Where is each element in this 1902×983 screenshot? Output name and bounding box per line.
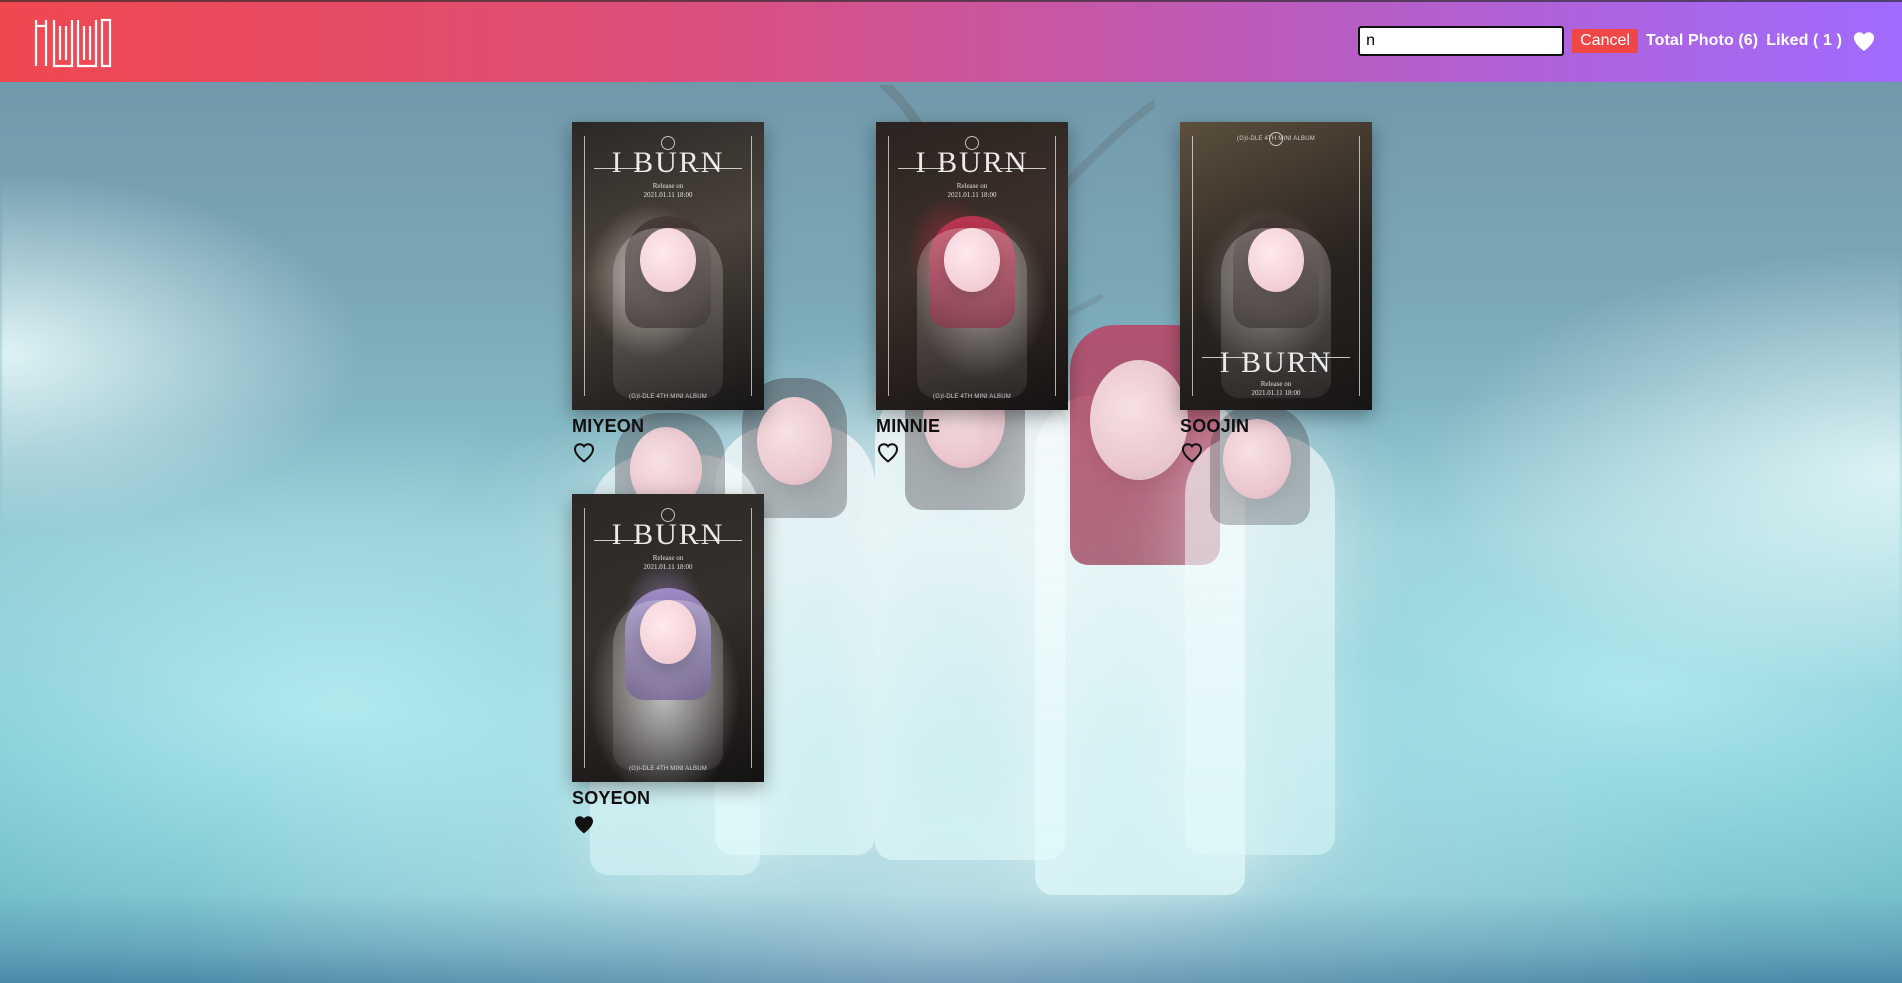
poster-release-meta: Release on 2021.01.11 18:00	[572, 554, 764, 572]
poster-title: I BURN	[611, 146, 725, 179]
poster-footer: (G)I-DLE 4TH MINI ALBUM	[629, 766, 707, 772]
poster-release-datetime: 2021.01.11 18:00	[643, 191, 693, 199]
gallery-card: I BURN Release on 2021.01.11 18:00 (G)I-…	[572, 494, 764, 836]
poster-release-label: Release on	[652, 182, 684, 190]
poster-release-datetime: 2021.01.11 18:00	[947, 191, 997, 199]
like-row	[572, 812, 764, 836]
poster-model	[917, 228, 1027, 398]
poster-model	[613, 600, 723, 770]
poster-release-datetime: 2021.01.11 18:00	[643, 563, 693, 571]
poster-release-meta: Release on 2021.01.11 18:00	[876, 182, 1068, 200]
liked-count: Liked ( 1 )	[1766, 32, 1842, 49]
poster-release-label: Release on	[652, 554, 684, 562]
heart-filled-icon[interactable]	[572, 813, 596, 835]
poster-release-label: Release on	[1260, 380, 1292, 388]
heart-outline-icon[interactable]	[1180, 441, 1204, 463]
poster-model	[613, 228, 723, 398]
cancel-button[interactable]: Cancel	[1572, 29, 1638, 53]
gallery-card: I BURN Release on 2021.01.11 18:00 (G)I-…	[1180, 122, 1372, 464]
poster-footer: (G)I-DLE 4TH MINI ALBUM	[1237, 136, 1315, 142]
logo-text: (G)I-DLE	[32, 68, 33, 69]
top-navigation-bar: (G)I-DLE Cancel Total Photo (6) Liked ( …	[0, 0, 1902, 82]
logo: (G)I-DLE	[32, 18, 114, 68]
poster-release-meta: Release on 2021.01.11 18:00	[572, 182, 764, 200]
member-name: SOYEON	[572, 788, 651, 808]
like-row	[572, 440, 764, 464]
heart-outline-icon[interactable]	[572, 441, 596, 463]
poster-release-datetime: 2021.01.11 18:00	[1251, 389, 1301, 397]
like-row	[876, 440, 1068, 464]
poster-footer: (G)I-DLE 4TH MINI ALBUM	[933, 394, 1011, 400]
member-name: MINNIE	[876, 416, 941, 436]
header-controls: Cancel Total Photo (6) Liked ( 1 )	[1358, 26, 1876, 56]
like-row	[1180, 440, 1372, 464]
member-name: SOOJIN	[1180, 416, 1250, 436]
poster-title: I BURN	[915, 146, 1029, 179]
poster-release-meta: Release on 2021.01.11 18:00	[1180, 380, 1372, 398]
member-name: MIYEON	[572, 416, 645, 436]
heart-icon	[1852, 30, 1876, 52]
photo-poster[interactable]: I BURN Release on 2021.01.11 18:00 (G)I-…	[1180, 122, 1372, 410]
poster-title: I BURN	[611, 518, 725, 551]
poster-release-label: Release on	[956, 182, 988, 190]
gallery-card: I BURN Release on 2021.01.11 18:00 (G)I-…	[876, 122, 1068, 464]
photo-gallery: I BURN Release on 2021.01.11 18:00 (G)I-…	[572, 122, 1372, 836]
brand-logo-icon	[34, 18, 112, 68]
gallery-grid: I BURN Release on 2021.01.11 18:00 (G)I-…	[572, 122, 1372, 836]
search-input[interactable]	[1358, 26, 1565, 56]
poster-title: I BURN	[1219, 346, 1333, 379]
poster-footer: (G)I-DLE 4TH MINI ALBUM	[629, 394, 707, 400]
heart-outline-icon[interactable]	[876, 441, 900, 463]
photo-poster[interactable]: I BURN Release on 2021.01.11 18:00 (G)I-…	[876, 122, 1068, 410]
photo-poster[interactable]: I BURN Release on 2021.01.11 18:00 (G)I-…	[572, 122, 764, 410]
total-photo-count: Total Photo (6)	[1645, 32, 1759, 49]
photo-poster[interactable]: I BURN Release on 2021.01.11 18:00 (G)I-…	[572, 494, 764, 782]
gallery-card: I BURN Release on 2021.01.11 18:00 (G)I-…	[572, 122, 764, 464]
